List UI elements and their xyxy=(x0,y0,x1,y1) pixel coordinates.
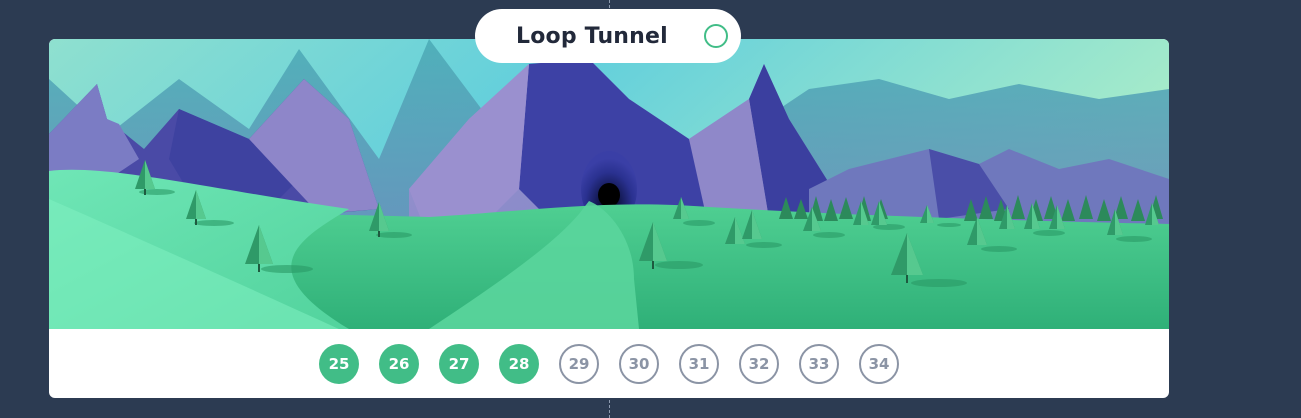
level-button-30[interactable]: 30 xyxy=(619,343,659,384)
level-button-27[interactable]: 27 xyxy=(439,343,479,384)
level-selector: 25 26 27 28 29 30 31 32 33 34 xyxy=(49,329,1169,398)
level-button-31[interactable]: 31 xyxy=(679,343,719,384)
level-title: Loop Tunnel xyxy=(516,24,668,49)
level-button-26[interactable]: 26 xyxy=(379,343,419,384)
circle-outline-icon xyxy=(704,24,728,48)
level-button-33[interactable]: 33 xyxy=(799,343,839,384)
level-button-32[interactable]: 32 xyxy=(739,343,779,384)
level-button-25[interactable]: 25 xyxy=(319,343,359,384)
level-button-34[interactable]: 34 xyxy=(859,343,899,384)
level-scene-image[interactable] xyxy=(49,39,1169,329)
level-button-29[interactable]: 29 xyxy=(559,343,599,384)
level-card: 25 26 27 28 29 30 31 32 33 34 xyxy=(49,39,1169,398)
level-title-pill: Loop Tunnel xyxy=(475,9,741,63)
level-button-28[interactable]: 28 xyxy=(499,343,539,384)
